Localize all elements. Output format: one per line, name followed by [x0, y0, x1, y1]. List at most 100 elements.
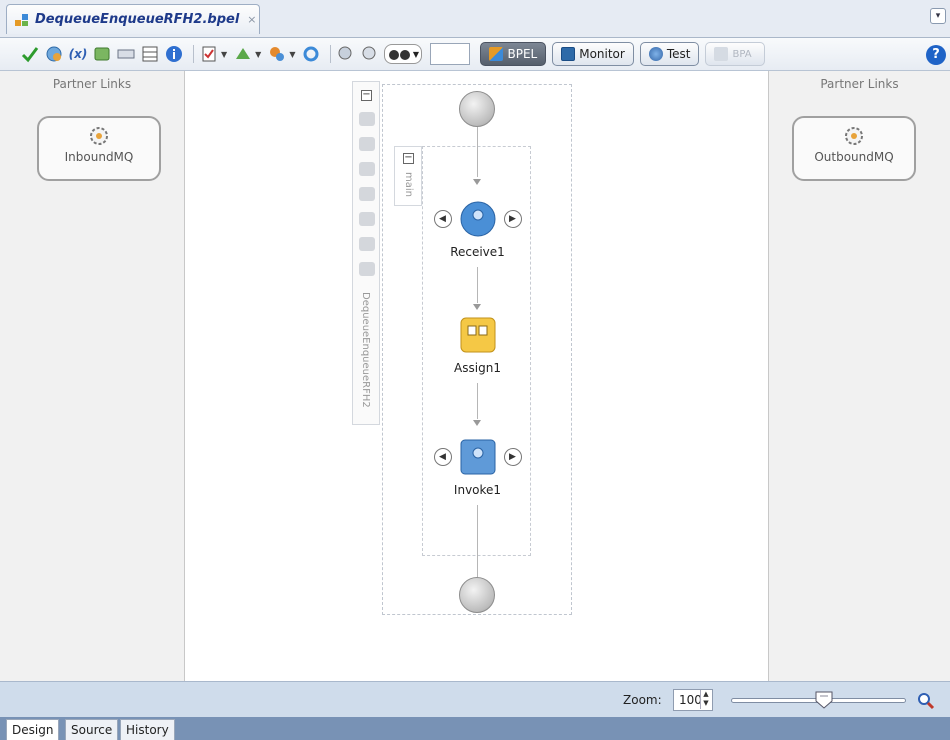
zoom-bar: Zoom: 100 ▲ ▼ — [0, 681, 950, 717]
process-start-node[interactable] — [459, 91, 495, 127]
editor-view-tabs: Design Source History — [0, 717, 950, 740]
partner-link-outboundmq[interactable]: OutboundMQ — [792, 116, 916, 181]
deploy-icon[interactable] — [233, 44, 253, 64]
tab-design[interactable]: Design — [6, 719, 60, 740]
tab-history[interactable]: History — [120, 719, 175, 740]
test-icon — [648, 47, 663, 61]
zoom-reset-icon[interactable] — [917, 692, 935, 710]
sensor-strip-icon[interactable] — [359, 262, 375, 276]
zoom-slider-thumb[interactable] — [815, 691, 833, 709]
left-partner-links-title: Partner Links — [52, 77, 132, 91]
termination-strip-icon[interactable] — [359, 237, 375, 251]
receive-right-arrow-icon[interactable]: ▶ — [503, 210, 522, 228]
receive-gear-icon — [460, 201, 495, 237]
connector-line — [477, 127, 478, 177]
zoom-label: Zoom: — [623, 693, 662, 707]
close-tab-icon[interactable]: × — [247, 13, 256, 26]
adapter-gear-icon — [90, 127, 108, 145]
bpel-process-icon — [15, 13, 28, 26]
left-partner-links-pane: Partner Links InboundMQ — [0, 71, 185, 681]
audit-dropdown-icon[interactable]: ▼ — [221, 50, 227, 59]
partner-link-label: InboundMQ — [64, 150, 134, 164]
flow-arrow — [473, 304, 481, 310]
document-tab[interactable]: DequeueEnqueueRFH2.bpel × — [6, 4, 260, 34]
process-end-node[interactable] — [459, 577, 495, 613]
receive-node[interactable]: ◀ ▶ — [433, 201, 522, 237]
bpel-design-canvas[interactable]: Partner Links InboundMQ Partner Links Ou… — [0, 71, 950, 681]
variables-strip-icon[interactable] — [359, 112, 375, 126]
assign-label: Assign1 — [454, 361, 501, 375]
validate-check-icon[interactable] — [20, 44, 40, 64]
bpel-mode-button[interactable]: BPEL — [480, 42, 547, 66]
zoom-slider[interactable] — [731, 691, 906, 709]
find-binoculars-icon[interactable]: ▼ — [384, 44, 423, 64]
collapse-process-icon[interactable]: − — [361, 90, 372, 101]
editor-tab-strip: DequeueEnqueueRFH2.bpel × ▾ — [0, 0, 950, 38]
toolbar-separator — [330, 45, 332, 63]
event-handler-strip-icon[interactable] — [359, 187, 375, 201]
receive-label: Receive1 — [450, 245, 505, 259]
invoke-gear-icon — [460, 439, 495, 475]
correlation-strip-icon[interactable] — [359, 137, 375, 151]
invoke-right-arrow-icon[interactable]: ▶ — [503, 448, 522, 466]
main-scope-tab: − main — [394, 146, 422, 206]
variables-icon[interactable]: (x) — [68, 44, 88, 64]
invoke-activity[interactable]: ◀ ▶ Invoke1 — [433, 439, 522, 497]
monitor-mode-label: Monitor — [579, 47, 625, 61]
correlation-icon[interactable] — [92, 44, 112, 64]
receive-activity[interactable]: ◀ ▶ Receive1 — [433, 201, 522, 259]
assign-icon — [460, 317, 495, 353]
deploy-dropdown-icon[interactable]: ▼ — [255, 50, 261, 59]
connector-line — [477, 267, 478, 303]
collapse-scope-icon[interactable]: − — [403, 153, 414, 164]
info-icon[interactable] — [164, 44, 184, 64]
help-icon[interactable]: ? — [926, 45, 946, 65]
monitor-icon — [561, 47, 576, 61]
bpel-icon — [489, 47, 504, 61]
test-mode-label: Test — [666, 47, 691, 61]
invoke-label: Invoke1 — [453, 483, 502, 497]
bpel-mode-label: BPEL — [507, 47, 538, 61]
bpa-icon — [714, 47, 729, 61]
monitor-mode-button[interactable]: Monitor — [552, 42, 634, 66]
find-search-input[interactable] — [430, 43, 471, 65]
bpa-mode-button: BPA — [705, 42, 766, 66]
sensor-dropdown-icon[interactable]: ▼ — [289, 50, 295, 59]
toolbar-separator — [193, 45, 194, 63]
compensation-strip-icon[interactable] — [359, 212, 375, 226]
process-name-label: DequeueEnqueueRFH2 — [360, 292, 371, 408]
process-side-strip: − DequeueEnqueueRFH2 — [352, 81, 380, 425]
globe-settings-icon[interactable] — [44, 44, 64, 64]
tab-list-dropdown-icon[interactable]: ▾ — [930, 8, 946, 24]
audit-icon[interactable] — [199, 44, 219, 64]
properties-grid-icon[interactable] — [140, 44, 160, 64]
flow-arrow — [473, 179, 481, 185]
zoom-value: 100 — [679, 693, 702, 707]
flow-arrow — [473, 420, 481, 426]
bpa-mode-label: BPA — [732, 48, 752, 60]
zoom-spinner[interactable]: ▲ ▼ — [700, 690, 711, 709]
sensor-icon[interactable] — [267, 44, 287, 64]
refresh-icon[interactable] — [301, 44, 321, 64]
connector-line — [477, 383, 478, 419]
right-partner-links-pane: Partner Links OutboundMQ — [768, 71, 950, 681]
invoke-node[interactable]: ◀ ▶ — [433, 439, 522, 475]
bpel-toolbar: (x) ▼ ▼ ▼ ▼ BPEL Monitor Test BPA ? — [0, 38, 950, 71]
assign-node[interactable] — [460, 317, 496, 353]
connector-line — [477, 505, 478, 577]
xml-schema-icon[interactable] — [116, 44, 136, 64]
tab-source[interactable]: Source — [65, 719, 119, 740]
zoom-to-icon[interactable] — [360, 44, 380, 64]
assign-activity[interactable]: Assign1 — [440, 317, 515, 375]
document-tab-title: DequeueEnqueueRFH2.bpel — [35, 12, 240, 27]
right-partner-links-title: Partner Links — [820, 77, 899, 91]
test-mode-button[interactable]: Test — [639, 42, 700, 66]
zoom-fit-icon[interactable] — [336, 44, 356, 64]
adapter-gear-icon — [845, 127, 863, 145]
scope-name-label: main — [403, 172, 414, 197]
receive-left-arrow-icon[interactable]: ◀ — [433, 210, 452, 228]
invoke-left-arrow-icon[interactable]: ◀ — [433, 448, 452, 466]
partner-link-label: OutboundMQ — [814, 150, 894, 164]
partner-link-inboundmq[interactable]: InboundMQ — [37, 116, 161, 181]
fault-handler-strip-icon[interactable] — [359, 162, 375, 176]
